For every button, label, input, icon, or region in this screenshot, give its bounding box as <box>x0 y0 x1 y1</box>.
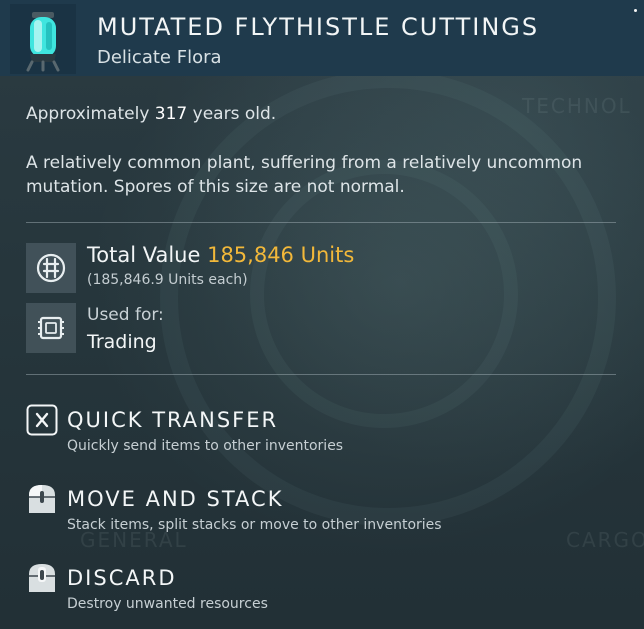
item-description: A relatively common plant, suffering fro… <box>26 153 583 197</box>
usage-icon-frame <box>26 303 76 353</box>
flora-capsule-icon <box>26 12 60 72</box>
age-value: 317 <box>154 104 188 124</box>
background-ring-inner <box>250 160 518 428</box>
discard-action[interactable]: DISCARD Destroy unwanted resources <box>26 562 616 618</box>
background-label-technology: TECHNOL <box>522 94 632 118</box>
x-key-icon <box>26 404 58 436</box>
quick-transfer-title: QUICK TRANSFER <box>67 408 279 432</box>
total-value-label: Total Value <box>87 243 201 267</box>
left-mouse-button-icon <box>26 483 58 515</box>
quick-transfer-action[interactable]: QUICK TRANSFER Quickly send items to oth… <box>26 404 616 460</box>
usage-label: Used for: <box>87 305 164 325</box>
move-and-stack-description: Stack items, split stacks or move to oth… <box>67 517 442 533</box>
item-title: MUTATED FLYTHISTLE CUTTINGS <box>97 13 540 41</box>
total-value-amount: 185,846 Units <box>207 243 355 267</box>
move-and-stack-title: MOVE AND STACK <box>67 487 284 511</box>
trading-chip-icon <box>38 316 64 340</box>
total-value: Total Value 185,846 Units <box>87 243 354 267</box>
move-and-stack-action[interactable]: MOVE AND STACK Stack items, split stacks… <box>26 483 616 539</box>
usage-value: Trading <box>87 331 157 353</box>
discard-description: Destroy unwanted resources <box>67 596 268 612</box>
units-currency-icon <box>36 253 66 283</box>
value-each: (185,846.9 Units each) <box>87 272 248 288</box>
divider-bottom <box>26 374 616 375</box>
quick-transfer-description: Quickly send items to other inventories <box>67 438 344 454</box>
divider-top <box>26 222 616 223</box>
age-prefix: Approximately <box>26 104 150 124</box>
indicator-dot <box>634 9 637 12</box>
item-icon-frame <box>10 4 76 74</box>
value-icon-frame <box>26 243 76 293</box>
age-suffix: years old. <box>192 104 277 124</box>
discard-title: DISCARD <box>67 566 177 590</box>
item-header: MUTATED FLYTHISTLE CUTTINGS Delicate Flo… <box>0 0 644 76</box>
item-category: Delicate Flora <box>97 47 222 68</box>
middle-mouse-button-icon <box>26 562 58 594</box>
item-age: Approximately 317 years old. <box>26 104 276 124</box>
